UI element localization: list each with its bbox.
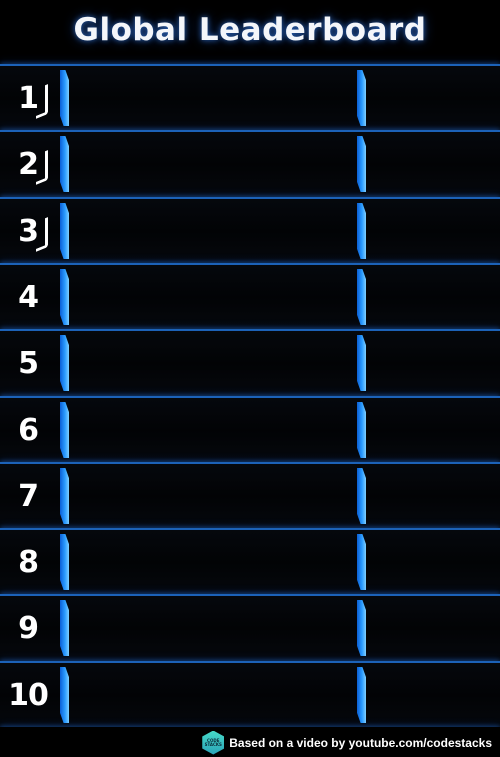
rank-text: 3 <box>18 213 39 249</box>
score-column-accent <box>357 203 366 259</box>
rank-label: 4 <box>18 279 39 315</box>
credit-text: Based on a video by youtube.com/codestac… <box>229 735 492 750</box>
player-name <box>78 265 348 330</box>
rank-text: 1 <box>18 80 39 116</box>
player-score <box>375 596 493 661</box>
name-column-accent <box>60 402 69 458</box>
leaderboard-row[interactable]: 4 <box>0 265 500 330</box>
medal-icon <box>35 83 48 119</box>
rank-number: 4 <box>0 265 56 330</box>
score-column-accent <box>357 600 366 656</box>
player-score <box>375 663 493 728</box>
rank-number: 1 <box>0 66 56 131</box>
player-name <box>78 663 348 728</box>
leaderboard-header: Global Leaderboard <box>0 0 500 64</box>
leaderboard-row[interactable]: 6 <box>0 398 500 463</box>
credit-link[interactable]: CODE STACKS Based on a video by youtube.… <box>202 730 492 755</box>
rank-number: 10 <box>0 663 56 728</box>
player-score <box>375 199 493 264</box>
name-column-accent <box>60 269 69 325</box>
codestacks-logo-icon: CODE STACKS <box>202 730 225 755</box>
name-column-accent <box>60 534 69 590</box>
rank-label: 7 <box>18 478 39 514</box>
player-score <box>375 398 493 463</box>
name-column-accent <box>60 667 69 723</box>
leaderboard-row[interactable]: 1 <box>0 66 500 131</box>
player-name <box>78 132 348 197</box>
rank-number: 2 <box>0 132 56 197</box>
name-column-accent <box>60 600 69 656</box>
rank-text: 9 <box>18 610 39 646</box>
player-score <box>375 331 493 396</box>
rank-text: 10 <box>8 677 49 713</box>
rank-number: 5 <box>0 331 56 396</box>
rank-text: 7 <box>18 478 39 514</box>
rank-number: 8 <box>0 530 56 595</box>
score-column-accent <box>357 468 366 524</box>
page-title: Global Leaderboard <box>73 12 427 48</box>
leaderboard-row[interactable]: 8 <box>0 530 500 595</box>
rank-text: 6 <box>18 412 39 448</box>
name-column-accent <box>60 468 69 524</box>
score-column-accent <box>357 335 366 391</box>
rank-number: 9 <box>0 596 56 661</box>
rank-label: 10 <box>8 677 49 713</box>
rank-text: 5 <box>18 345 39 381</box>
rank-label: 2 <box>18 146 48 185</box>
score-column-accent <box>357 667 366 723</box>
rank-number: 7 <box>0 464 56 529</box>
player-score <box>375 66 493 131</box>
score-column-accent <box>357 70 366 126</box>
player-name <box>78 596 348 661</box>
player-name <box>78 398 348 463</box>
player-score <box>375 464 493 529</box>
leaderboard-row[interactable]: 9 <box>0 596 500 661</box>
rank-number: 3 <box>0 199 56 264</box>
medal-icon <box>35 149 48 185</box>
rank-label: 5 <box>18 345 39 381</box>
rank-label: 1 <box>18 80 48 119</box>
player-name <box>78 199 348 264</box>
medal-icon <box>35 216 48 252</box>
score-column-accent <box>357 136 366 192</box>
player-score <box>375 132 493 197</box>
score-column-accent <box>357 534 366 590</box>
player-name <box>78 66 348 131</box>
player-name <box>78 530 348 595</box>
rank-text: 2 <box>18 146 39 182</box>
footer: CODE STACKS Based on a video by youtube.… <box>0 727 500 757</box>
rank-label: 9 <box>18 610 39 646</box>
leaderboard-row[interactable]: 7 <box>0 464 500 529</box>
rank-number: 6 <box>0 398 56 463</box>
rank-label: 3 <box>18 213 48 252</box>
score-column-accent <box>357 402 366 458</box>
rank-text: 4 <box>18 279 39 315</box>
leaderboard-row[interactable]: 10 <box>0 663 500 728</box>
player-score <box>375 530 493 595</box>
name-column-accent <box>60 335 69 391</box>
leaderboard-row[interactable]: 3 <box>0 199 500 264</box>
player-name <box>78 464 348 529</box>
player-score <box>375 265 493 330</box>
leaderboard-row[interactable]: 5 <box>0 331 500 396</box>
leaderboard-row[interactable]: 2 <box>0 132 500 197</box>
rank-label: 6 <box>18 412 39 448</box>
leaderboard-list: 1 2 3 4 5 6 7 8 9 10 <box>0 64 500 729</box>
name-column-accent <box>60 136 69 192</box>
name-column-accent <box>60 70 69 126</box>
score-column-accent <box>357 269 366 325</box>
rank-text: 8 <box>18 544 39 580</box>
player-name <box>78 331 348 396</box>
name-column-accent <box>60 203 69 259</box>
rank-label: 8 <box>18 544 39 580</box>
